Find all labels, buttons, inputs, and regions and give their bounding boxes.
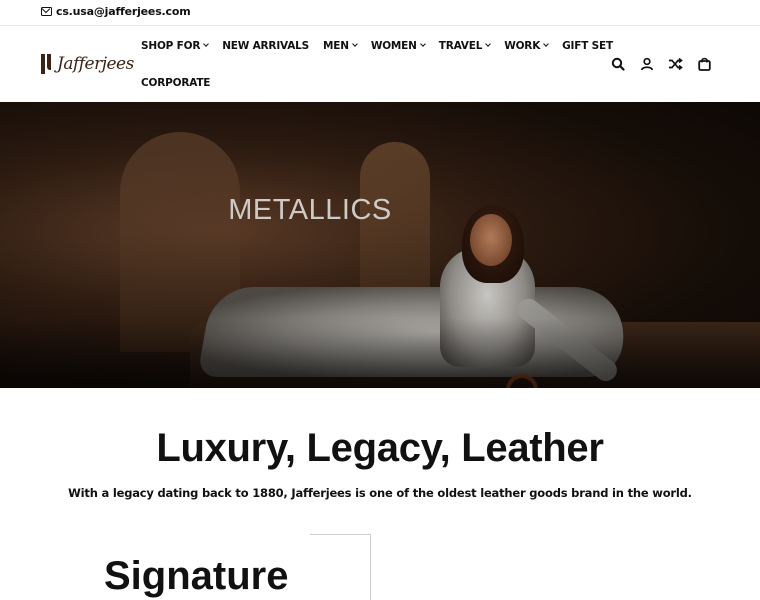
nav-item-label: GIFT SET bbox=[562, 39, 613, 52]
nav-row-2: CORPORATE bbox=[141, 64, 591, 101]
intro-text: With a legacy dating back to 1880, Jaffe… bbox=[68, 486, 692, 500]
site-header: Jafferjees SHOP FOR NEW ARRIVALS MEN WOM… bbox=[0, 27, 760, 102]
intro-heading: Luxury, Legacy, Leather bbox=[156, 426, 604, 470]
nav-item-men[interactable]: MEN bbox=[323, 39, 358, 52]
nav-item-new-arrivals[interactable]: NEW ARRIVALS bbox=[222, 40, 309, 52]
hero-title: METALLICS bbox=[228, 194, 392, 226]
chevron-down-icon bbox=[543, 41, 549, 47]
nav-item-label: MEN bbox=[323, 39, 349, 52]
nav-item-travel[interactable]: TRAVEL bbox=[438, 39, 492, 52]
logo[interactable]: Jafferjees bbox=[41, 54, 134, 74]
chevron-down-icon bbox=[485, 41, 492, 47]
nav-item-gift-set[interactable]: GIFT SET bbox=[562, 40, 613, 52]
chevron-down-icon bbox=[203, 41, 210, 47]
bag-icon[interactable] bbox=[697, 56, 712, 71]
nav-item-corporate[interactable]: CORPORATE bbox=[141, 77, 210, 89]
nav-item-label: CORPORATE bbox=[141, 76, 211, 89]
section-divider bbox=[310, 534, 371, 535]
main-nav: SHOP FOR NEW ARRIVALS MEN WOMEN TRAVEL W… bbox=[141, 27, 613, 101]
chevron-down-icon bbox=[351, 41, 358, 47]
nav-item-work[interactable]: WORK bbox=[504, 39, 549, 52]
section-divider-vertical bbox=[370, 534, 371, 600]
nav-item-women[interactable]: WOMEN bbox=[370, 39, 426, 52]
signature-heading: Signature bbox=[104, 554, 289, 598]
hero-floor-shade bbox=[0, 318, 760, 388]
nav-item-shop-for[interactable]: SHOP FOR bbox=[141, 39, 210, 52]
nav-item-label: SHOP FOR bbox=[141, 39, 201, 52]
nav-item-label: WORK bbox=[504, 39, 541, 52]
mail-icon bbox=[41, 7, 52, 16]
nav-item-label: TRAVEL bbox=[438, 39, 483, 52]
contact-email-text: cs.usa@jafferjees.com bbox=[56, 5, 191, 18]
nav-item-label: WOMEN bbox=[370, 39, 417, 52]
logo-mark-icon bbox=[41, 54, 53, 74]
nav-row-1: SHOP FOR NEW ARRIVALS MEN WOMEN TRAVEL W… bbox=[141, 27, 613, 64]
chevron-down-icon bbox=[419, 41, 426, 47]
contact-email[interactable]: cs.usa@jafferjees.com bbox=[41, 5, 191, 18]
logo-wordmark: Jafferjees bbox=[57, 54, 134, 74]
search-icon[interactable] bbox=[610, 56, 625, 71]
shuffle-icon[interactable] bbox=[668, 56, 683, 71]
nav-item-label: NEW ARRIVALS bbox=[222, 39, 310, 52]
header-actions bbox=[610, 56, 712, 71]
hero-banner[interactable]: METALLICS bbox=[0, 102, 760, 388]
account-icon[interactable] bbox=[639, 56, 654, 71]
top-bar: cs.usa@jafferjees.com bbox=[0, 0, 760, 26]
